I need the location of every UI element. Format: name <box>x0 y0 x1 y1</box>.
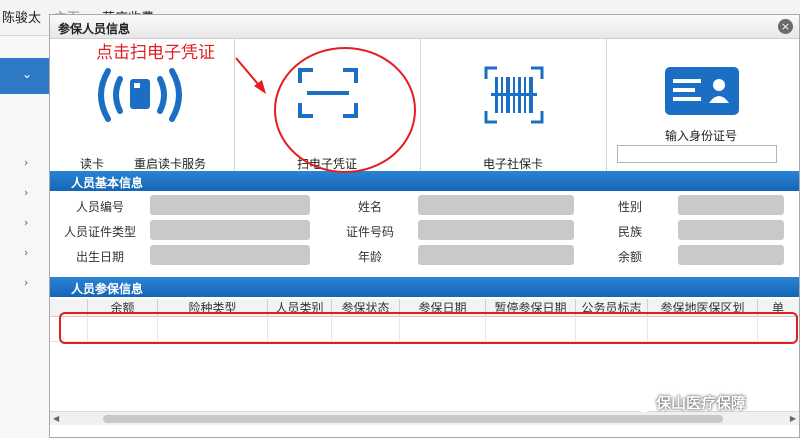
annotation-text: 点击扫电子凭证 <box>96 43 215 63</box>
annotation-overlay <box>59 47 798 344</box>
wechat-watermark: 保山医疗保障 <box>628 392 798 414</box>
watermark-text: 保山医疗保障 <box>656 394 747 412</box>
wechat-icon <box>628 393 652 413</box>
